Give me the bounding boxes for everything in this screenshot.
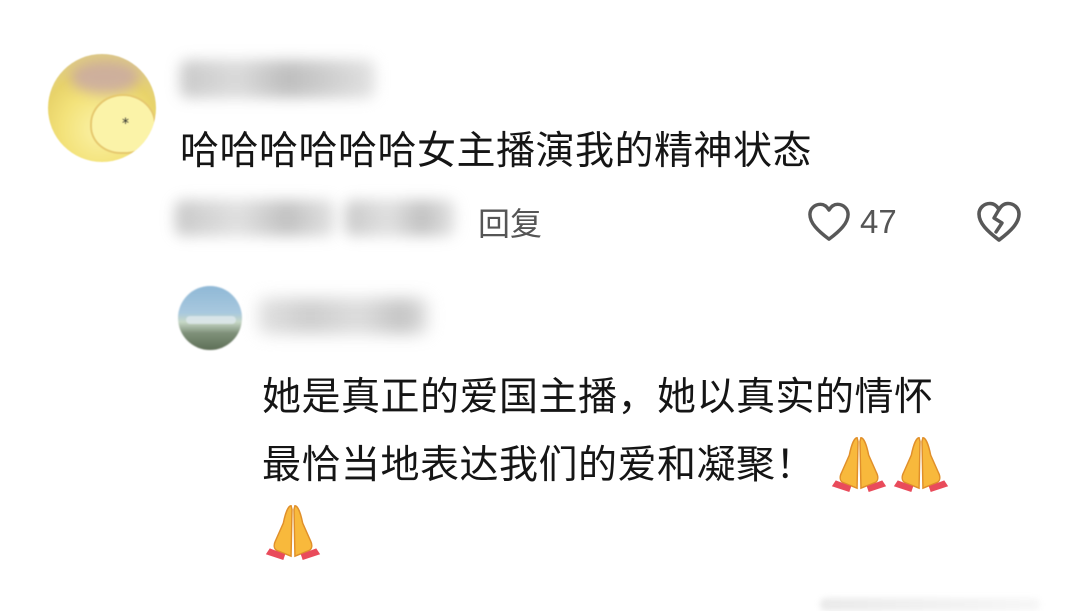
like-button[interactable]: 47 bbox=[806, 198, 897, 246]
comment-text: 哈哈哈哈哈哈女主播演我的精神状态 bbox=[180, 129, 813, 174]
reply-text-line-2: 最恰当地表达我们的爱和凝聚！ bbox=[262, 430, 1042, 498]
commenter-avatar[interactable]: * bbox=[48, 54, 156, 162]
folded-hands-emoji-icon bbox=[893, 437, 949, 492]
like-count: 47 bbox=[860, 203, 897, 240]
reply-text-line-2-text: 最恰当地表达我们的爱和凝聚！ bbox=[262, 443, 816, 488]
comment-meta-blurred bbox=[175, 200, 335, 236]
reply-button[interactable]: 回复 bbox=[478, 202, 542, 246]
broken-heart-icon[interactable] bbox=[975, 200, 1023, 244]
reply-text-line-1: 她是真正的爱国主播，她以真实的情怀 bbox=[262, 375, 934, 420]
reply-text-line-3 bbox=[262, 498, 1042, 566]
reply-text: 她是真正的爱国主播，她以真实的情怀 最恰当地表达我们的爱和凝聚！ bbox=[262, 366, 1042, 566]
reply-avatar[interactable] bbox=[178, 286, 242, 350]
heart-outline-icon bbox=[808, 202, 850, 241]
commenter-username-blurred[interactable] bbox=[180, 60, 375, 98]
next-comment-partial bbox=[820, 598, 1040, 611]
folded-hands-emoji-icon bbox=[265, 505, 321, 560]
reply-username-blurred[interactable] bbox=[258, 298, 428, 334]
folded-hands-emoji-icon bbox=[831, 437, 887, 492]
comment-time-blurred bbox=[345, 200, 455, 236]
